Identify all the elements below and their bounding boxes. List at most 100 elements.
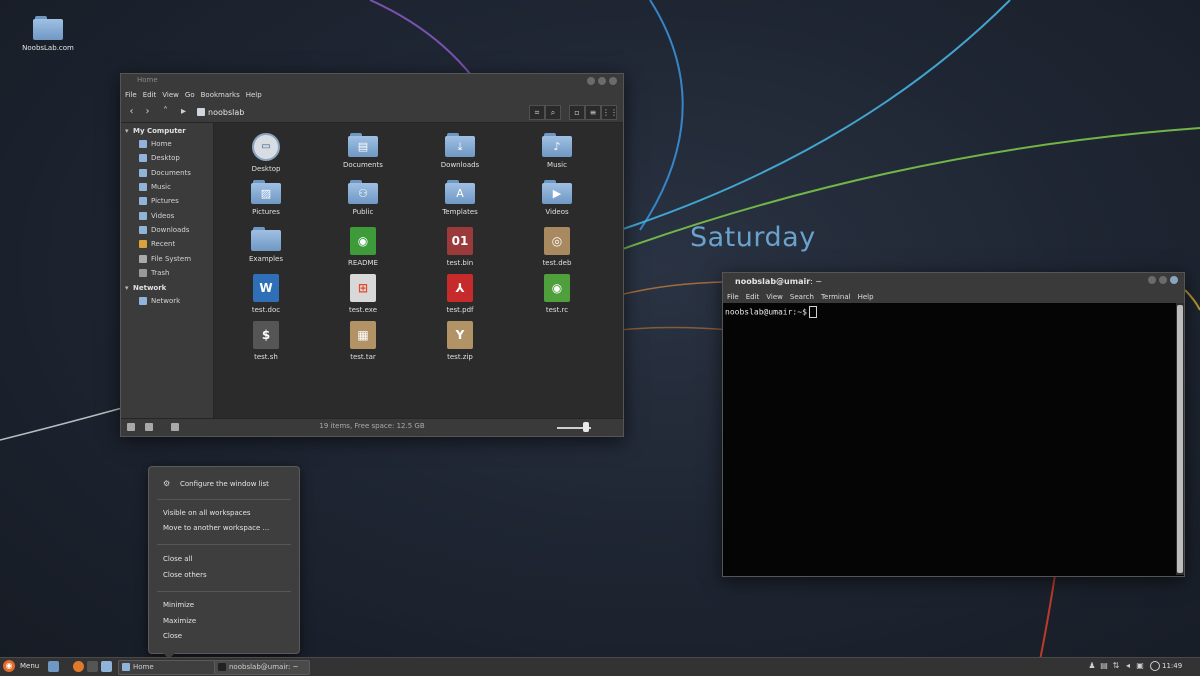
file-item[interactable]: Ytest.zip bbox=[415, 321, 505, 361]
sidebar-item-desktop[interactable]: Desktop bbox=[121, 151, 213, 165]
file-item-label: Examples bbox=[248, 255, 283, 263]
taskbar-item-terminal[interactable]: noobslab@umair: ~ bbox=[214, 660, 310, 675]
minimize-icon[interactable] bbox=[587, 77, 595, 85]
compact-view-icon[interactable]: ⋮⋮ bbox=[601, 105, 618, 120]
file-item[interactable]: ◎ test.deb bbox=[512, 227, 602, 267]
notification-icon[interactable]: ▣ bbox=[1136, 661, 1144, 671]
sidebar-item-home[interactable]: Home bbox=[121, 137, 213, 151]
menu-view[interactable]: View bbox=[766, 293, 783, 301]
wrench-icon: ⚙ bbox=[163, 479, 171, 488]
file-item[interactable]: ⤓ Downloads bbox=[415, 133, 505, 169]
network-icon[interactable]: ⇅ bbox=[1112, 661, 1120, 671]
maximize-icon[interactable] bbox=[598, 77, 606, 85]
file-item[interactable]: ▭ Desktop bbox=[221, 133, 311, 173]
sidebar-item-network[interactable]: Network bbox=[121, 294, 213, 308]
sidebar-section-network[interactable]: ▾ Network bbox=[121, 280, 213, 294]
terminal-window[interactable]: noobslab@umair: ~ File Edit View Search … bbox=[722, 272, 1185, 577]
file-manager-window[interactable]: Home File Edit View Go Bookmarks Help ‹ … bbox=[120, 73, 624, 437]
main-menu-button[interactable]: Menu bbox=[20, 662, 39, 670]
file-item[interactable]: ⊞ test.exe bbox=[318, 274, 408, 314]
close-icon[interactable] bbox=[609, 77, 617, 85]
menu-file[interactable]: File bbox=[125, 91, 137, 99]
up-icon[interactable]: ˄ bbox=[159, 105, 172, 118]
text-file-icon: ◉ bbox=[350, 227, 376, 255]
menu-item-visible-all[interactable]: Visible on all workspaces bbox=[163, 509, 251, 517]
list-view-icon[interactable]: ≡ bbox=[585, 105, 601, 120]
file-item[interactable]: 01 test.bin bbox=[415, 227, 505, 267]
menu-logo-icon[interactable]: ◉ bbox=[3, 660, 15, 672]
file-item[interactable]: ▤ Documents bbox=[318, 133, 408, 169]
menu-edit[interactable]: Edit bbox=[746, 293, 760, 301]
search-icon[interactable]: ⌕ bbox=[545, 105, 561, 120]
scrollbar-thumb[interactable] bbox=[1177, 305, 1183, 573]
sidebar-item-file-system[interactable]: File System bbox=[121, 251, 213, 265]
menu-item-close[interactable]: Close bbox=[163, 632, 182, 640]
file-item[interactable]: ▨ Pictures bbox=[221, 180, 311, 216]
sidebar-item-videos[interactable]: Videos bbox=[121, 208, 213, 222]
file-item-label: test.bin bbox=[446, 259, 474, 267]
menu-item-close-others[interactable]: Close others bbox=[163, 571, 207, 579]
menu-go[interactable]: Go bbox=[185, 91, 195, 99]
menu-item-minimize[interactable]: Minimize bbox=[163, 601, 194, 609]
terminal-scrollbar[interactable] bbox=[1176, 303, 1184, 575]
menu-terminal[interactable]: Terminal bbox=[821, 293, 851, 301]
terminal-titlebar[interactable]: noobslab@umair: ~ bbox=[723, 273, 1184, 290]
menu-file[interactable]: File bbox=[727, 293, 739, 301]
menu-bookmarks[interactable]: Bookmarks bbox=[201, 91, 240, 99]
menu-item-configure[interactable]: Configure the window list bbox=[180, 480, 269, 488]
menu-item-close-all[interactable]: Close all bbox=[163, 555, 192, 563]
sidebar-item-downloads[interactable]: Downloads bbox=[121, 223, 213, 237]
file-item[interactable]: Examples bbox=[221, 227, 311, 263]
new-folder-icon[interactable]: ⌗ bbox=[529, 105, 545, 120]
volume-icon[interactable]: ◂ bbox=[1124, 661, 1132, 671]
menu-edit[interactable]: Edit bbox=[143, 91, 157, 99]
sidebar-item-pictures[interactable]: Pictures bbox=[121, 194, 213, 208]
menu-view[interactable]: View bbox=[162, 91, 179, 99]
file-item[interactable]: ◉ test.rc bbox=[512, 274, 602, 314]
file-manager-titlebar[interactable]: Home bbox=[121, 74, 623, 88]
sidebar-item-documents[interactable]: Documents bbox=[121, 166, 213, 180]
sidebar-item-trash[interactable]: Trash bbox=[121, 266, 213, 280]
show-desktop-icon[interactable] bbox=[48, 661, 59, 672]
zoom-slider-handle[interactable] bbox=[582, 422, 589, 432]
menu-help[interactable]: Help bbox=[858, 293, 874, 301]
documents-icon bbox=[139, 168, 147, 177]
sidebar-item-music[interactable]: Music bbox=[121, 180, 213, 194]
back-icon[interactable]: ‹ bbox=[125, 105, 138, 118]
sidebar-item-recent[interactable]: Recent bbox=[121, 237, 213, 251]
file-item[interactable]: Wtest.doc bbox=[221, 274, 311, 314]
close-icon[interactable] bbox=[1170, 276, 1178, 284]
menu-item-maximize[interactable]: Maximize bbox=[163, 617, 196, 625]
terminal-screen[interactable]: noobslab@umair:~$ bbox=[723, 303, 1174, 575]
breadcrumb[interactable]: noobslab bbox=[197, 106, 244, 118]
menu-help[interactable]: Help bbox=[246, 91, 262, 99]
file-item[interactable]: ♪ Music bbox=[512, 133, 602, 169]
keyboard-icon[interactable]: ▤ bbox=[1100, 661, 1108, 671]
folder-pictures-icon: ▨ bbox=[251, 180, 281, 204]
file-item[interactable]: ▦ test.tar bbox=[318, 321, 408, 361]
files-launcher-icon[interactable] bbox=[101, 661, 112, 672]
file-item[interactable]: ⅄ test.pdf bbox=[415, 274, 505, 314]
panel-clock[interactable]: 11:49 bbox=[1162, 662, 1182, 670]
sidebar-section-my-computer[interactable]: ▾ My Computer bbox=[121, 123, 213, 137]
terminal-prompt: noobslab@umair:~$ bbox=[725, 306, 817, 318]
firefox-icon[interactable] bbox=[73, 661, 84, 672]
pdf-file-icon: ⅄ bbox=[447, 274, 473, 302]
taskbar-item-home[interactable]: Home bbox=[118, 660, 215, 675]
maximize-icon[interactable] bbox=[1159, 276, 1167, 284]
text-cursor bbox=[808, 306, 817, 318]
minimize-icon[interactable] bbox=[1148, 276, 1156, 284]
file-item[interactable]: $ test.sh bbox=[221, 321, 311, 361]
terminal-launcher-icon[interactable] bbox=[87, 661, 98, 672]
toggle-location-icon[interactable]: ▸ bbox=[177, 105, 190, 118]
icon-view-icon[interactable]: ▫ bbox=[569, 105, 585, 120]
desktop-folder-noobslab[interactable]: NoobsLab.com bbox=[18, 16, 78, 52]
menu-item-move-workspace[interactable]: Move to another workspace ... bbox=[163, 524, 269, 532]
file-item[interactable]: ◉ README bbox=[318, 227, 408, 267]
file-item[interactable]: A Templates bbox=[415, 180, 505, 216]
file-item[interactable]: ▶ Videos bbox=[512, 180, 602, 216]
menu-search[interactable]: Search bbox=[790, 293, 814, 301]
user-icon[interactable]: ♟ bbox=[1088, 661, 1096, 671]
forward-icon[interactable]: › bbox=[141, 105, 154, 118]
file-item[interactable]: ⚇ Public bbox=[318, 180, 408, 216]
